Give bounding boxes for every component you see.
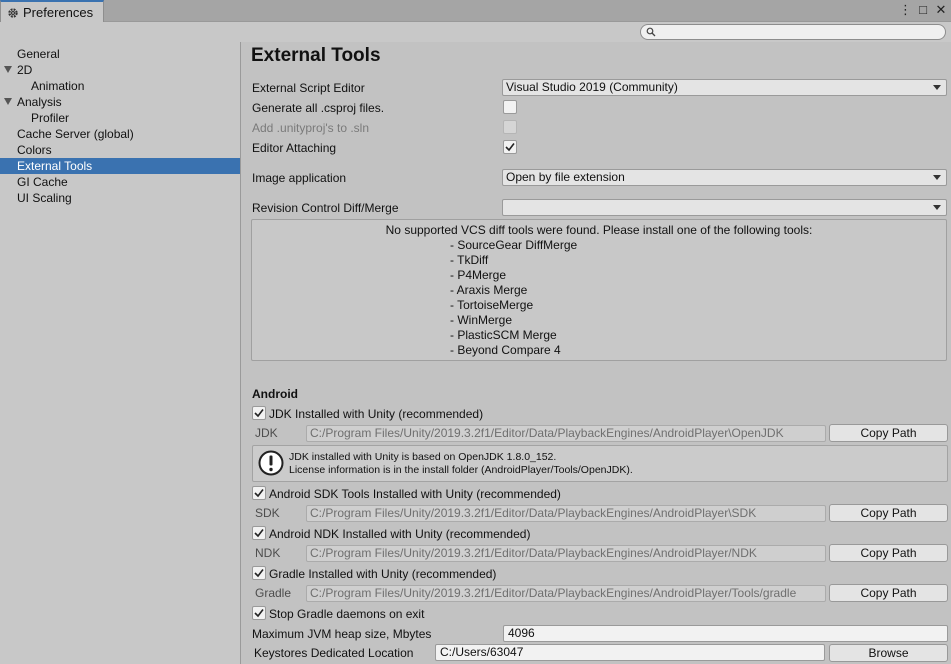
add-unityproj-checkbox[interactable]: [503, 120, 517, 134]
tab-preferences[interactable]: Preferences: [0, 0, 104, 23]
vcs-tool-item: - SourceGear DiffMerge: [450, 238, 578, 252]
image-app-label: Image application: [252, 171, 347, 185]
ndk-path-field[interactable]: C:/Program Files/Unity/2019.3.2f1/Editor…: [306, 545, 826, 562]
page-title: External Tools: [251, 45, 381, 66]
checkmark-icon: [254, 529, 264, 538]
checkmark-icon: [254, 409, 264, 418]
sdk-label: SDK: [255, 506, 280, 520]
gradle-path-field[interactable]: C:/Program Files/Unity/2019.3.2f1/Editor…: [306, 585, 826, 602]
ndk-copy-path-button[interactable]: Copy Path: [829, 544, 948, 562]
jdk-info-text: JDK installed with Unity is based on Ope…: [289, 451, 633, 477]
revision-control-label: Revision Control Diff/Merge: [252, 201, 399, 215]
jdk-checkbox[interactable]: [252, 406, 266, 420]
jvm-heap-label: Maximum JVM heap size, Mbytes: [252, 627, 432, 641]
vcs-tool-item: - TkDiff: [450, 253, 489, 267]
ndk-label: NDK: [255, 546, 281, 560]
window-controls: ⋮ □ ✕: [899, 3, 947, 17]
more-options-icon[interactable]: ⋮: [899, 3, 912, 17]
maximize-icon[interactable]: □: [917, 3, 929, 17]
gradle-label: Gradle: [255, 586, 292, 600]
vcs-tool-item: - TortoiseMerge: [450, 298, 534, 312]
sidebar-item-external-tools[interactable]: External Tools: [0, 158, 240, 174]
sidebar-item-colors[interactable]: Colors: [0, 142, 240, 158]
ndk-checkbox[interactable]: [252, 526, 266, 540]
sidebar-item-gi-cache[interactable]: GI Cache: [0, 174, 240, 190]
sidebar-item-ui-scaling[interactable]: UI Scaling: [0, 190, 240, 206]
jdk-checkbox-label: JDK Installed with Unity (recommended): [269, 407, 484, 421]
jdk-label: JDK: [255, 426, 278, 440]
checkmark-icon: [254, 609, 264, 618]
search-input[interactable]: [640, 24, 946, 40]
close-icon[interactable]: ✕: [935, 3, 947, 17]
jvm-heap-input[interactable]: 4096: [503, 625, 948, 642]
script-editor-label: External Script Editor: [252, 81, 365, 95]
stop-gradle-label: Stop Gradle daemons on exit: [269, 607, 425, 621]
add-unityproj-label: Add .unityproj's to .sln: [252, 121, 370, 135]
vcs-tool-item: - PlasticSCM Merge: [450, 328, 557, 342]
jdk-copy-path-button[interactable]: Copy Path: [829, 424, 948, 442]
sdk-copy-path-button[interactable]: Copy Path: [829, 504, 948, 522]
dropdown-caret-icon: [933, 205, 941, 210]
dropdown-caret-icon: [933, 175, 941, 180]
checkmark-icon: [505, 143, 515, 152]
editor-attaching-label: Editor Attaching: [252, 141, 337, 155]
search-icon: [646, 27, 656, 37]
sidebar: General 2D Animation Analysis Profiler C…: [0, 42, 241, 664]
gradle-checkbox[interactable]: [252, 566, 266, 580]
vcs-tool-item: - Araxis Merge: [450, 283, 528, 297]
info-icon: [258, 450, 284, 476]
browse-button[interactable]: Browse: [829, 644, 948, 662]
vcs-message-box: No supported VCS diff tools were found. …: [251, 219, 947, 361]
script-editor-value: Visual Studio 2019 (Community): [506, 80, 678, 94]
jdk-info-line: JDK installed with Unity is based on Ope…: [289, 451, 557, 463]
generate-csproj-label: Generate all .csproj files.: [252, 101, 385, 115]
sidebar-item-2d[interactable]: 2D: [0, 62, 240, 78]
sdk-checkbox-label: Android SDK Tools Installed with Unity (…: [269, 487, 561, 501]
image-app-value: Open by file extension: [506, 170, 625, 184]
title-bar: Preferences ⋮ □ ✕: [0, 0, 951, 23]
gradle-checkbox-label: Gradle Installed with Unity (recommended…: [269, 567, 497, 581]
expand-arrow-icon[interactable]: [4, 98, 12, 105]
android-section-header: Android: [252, 387, 298, 401]
vcs-tool-item: - P4Merge: [450, 268, 507, 282]
tab-title: Preferences: [23, 5, 94, 20]
keystore-input[interactable]: C:/Users/63047: [435, 644, 825, 661]
vcs-message-title: No supported VCS diff tools were found. …: [385, 223, 813, 237]
expand-arrow-icon[interactable]: [4, 66, 12, 73]
checkmark-icon: [254, 569, 264, 578]
keystore-label: Keystores Dedicated Location: [254, 646, 414, 660]
sidebar-item-profiler[interactable]: Profiler: [0, 110, 240, 126]
sdk-path-field[interactable]: C:/Program Files/Unity/2019.3.2f1/Editor…: [306, 505, 826, 522]
ndk-checkbox-label: Android NDK Installed with Unity (recomm…: [269, 527, 531, 541]
sdk-checkbox[interactable]: [252, 486, 266, 500]
sidebar-item-cache-server[interactable]: Cache Server (global): [0, 126, 240, 142]
jdk-info-box: JDK installed with Unity is based on Ope…: [252, 445, 948, 482]
toolbar: [0, 22, 951, 42]
stop-gradle-checkbox[interactable]: [252, 606, 266, 620]
revision-control-dropdown[interactable]: [502, 199, 947, 216]
vcs-tool-item: - Beyond Compare 4: [450, 343, 561, 357]
editor-attaching-checkbox[interactable]: [503, 140, 517, 154]
vcs-tool-item: - WinMerge: [450, 313, 513, 327]
gear-icon: [8, 7, 18, 18]
sidebar-item-general[interactable]: General: [0, 46, 240, 62]
dropdown-caret-icon: [933, 85, 941, 90]
jdk-info-line: License information is in the install fo…: [289, 464, 633, 476]
sidebar-item-animation[interactable]: Animation: [0, 78, 240, 94]
generate-csproj-checkbox[interactable]: [503, 100, 517, 114]
sidebar-item-analysis[interactable]: Analysis: [0, 94, 240, 110]
checkmark-icon: [254, 489, 264, 498]
script-editor-dropdown[interactable]: Visual Studio 2019 (Community): [502, 79, 947, 96]
jdk-path-field[interactable]: C:/Program Files/Unity/2019.3.2f1/Editor…: [306, 425, 826, 442]
gradle-copy-path-button[interactable]: Copy Path: [829, 584, 948, 602]
image-app-dropdown[interactable]: Open by file extension: [502, 169, 947, 186]
